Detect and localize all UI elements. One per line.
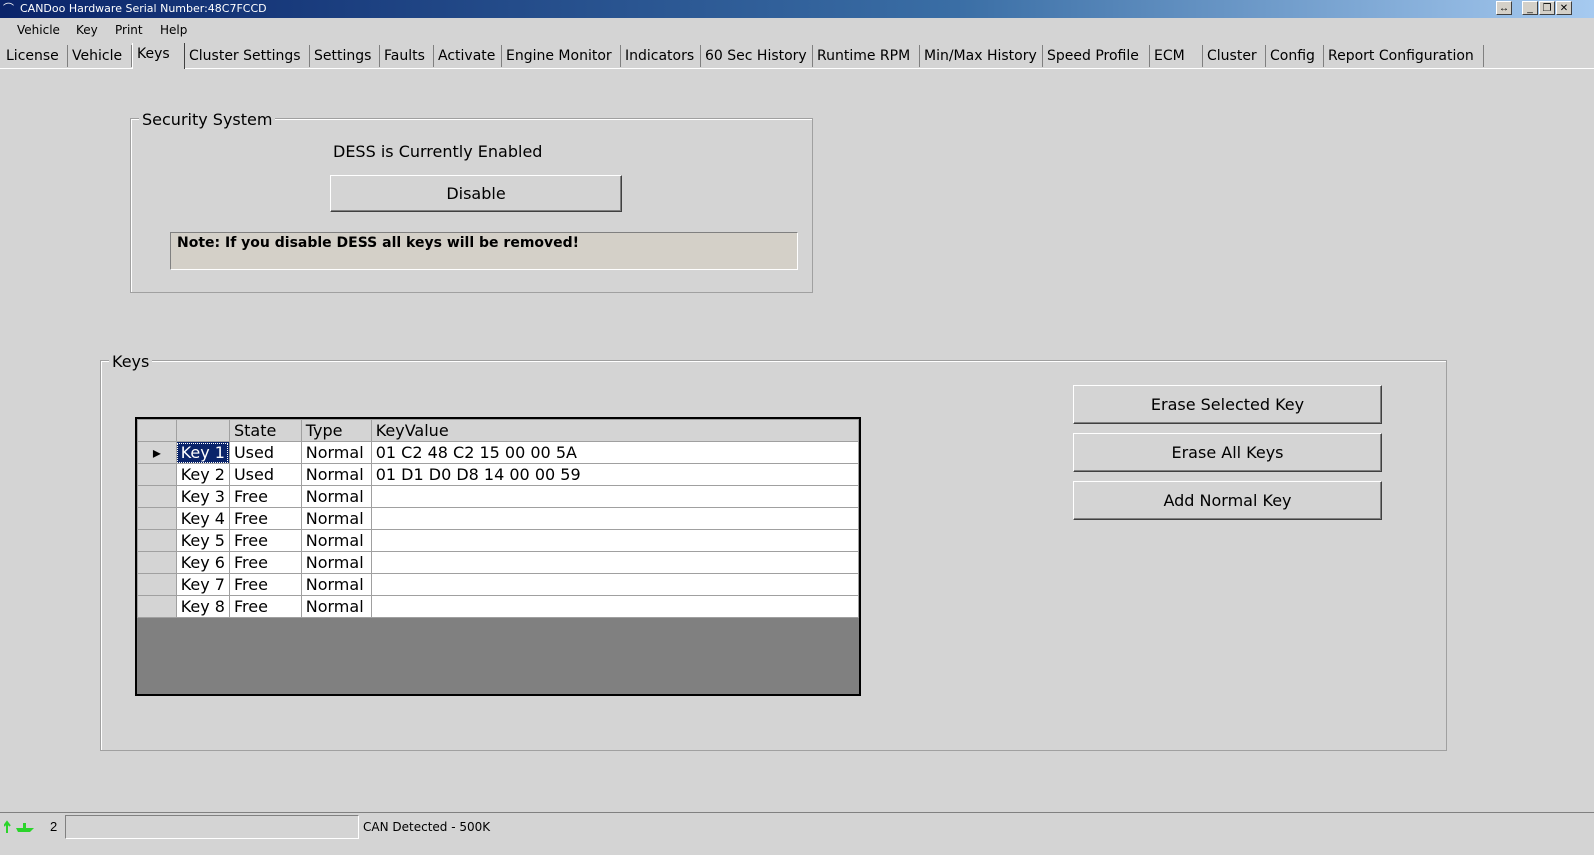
key-type-cell[interactable]: Normal	[300, 551, 372, 574]
status-count: 2	[50, 819, 58, 834]
resize-toggle-button[interactable]: ↔	[1496, 1, 1512, 15]
key-name-cell[interactable]: Key 8	[175, 595, 230, 618]
tab-activate[interactable]: Activate	[434, 45, 502, 67]
key-type-cell[interactable]: Normal	[300, 485, 372, 508]
key-state-cell[interactable]: Free	[228, 551, 302, 574]
security-system-legend: Security System	[139, 110, 276, 129]
tab-cluster[interactable]: Cluster	[1203, 45, 1266, 67]
row-header[interactable]	[137, 529, 177, 552]
key-type-cell[interactable]: Normal	[300, 463, 372, 486]
row-header[interactable]	[137, 595, 177, 618]
close-button[interactable]: ✕	[1556, 1, 1572, 15]
key-value-cell[interactable]	[370, 595, 860, 618]
key-state-cell[interactable]: Used	[228, 463, 302, 486]
restore-button[interactable]: ❐	[1539, 1, 1555, 15]
key-value-cell[interactable]	[370, 551, 860, 574]
name-column-header[interactable]	[175, 419, 230, 442]
table-row[interactable]: Key 5 Free Normal	[137, 529, 860, 552]
dess-note: Note: If you disable DESS all keys will …	[170, 232, 798, 270]
row-header[interactable]	[137, 463, 177, 486]
erase-all-keys-button[interactable]: Erase All Keys	[1073, 433, 1382, 472]
key-type-cell[interactable]: Normal	[300, 595, 372, 618]
tab-ecm[interactable]: ECM	[1150, 45, 1203, 67]
keys-header-row: State Type KeyValue	[137, 419, 860, 442]
erase-selected-key-button[interactable]: Erase Selected Key	[1073, 385, 1382, 424]
key-state-cell[interactable]: Free	[228, 595, 302, 618]
tab-indicators[interactable]: Indicators	[621, 45, 701, 67]
key-value-cell[interactable]	[370, 529, 860, 552]
type-column-header[interactable]: Type	[300, 419, 372, 442]
key-state-cell[interactable]: Free	[228, 529, 302, 552]
key-value-cell[interactable]	[370, 573, 860, 596]
key-value-cell[interactable]: 01 C2 48 C2 15 00 00 5A	[370, 441, 860, 464]
minimize-button[interactable]: _	[1522, 1, 1538, 15]
key-value-cell[interactable]: 01 D1 D0 D8 14 00 00 59	[370, 463, 860, 486]
title-bar: ⌒ CANDoo Hardware Serial Number:48C7FCCD…	[0, 0, 1594, 18]
row-selector-icon[interactable]: ▸	[137, 441, 177, 464]
tab-license[interactable]: License	[2, 45, 68, 67]
tab-min-max-history[interactable]: Min/Max History	[920, 45, 1043, 67]
tab-bar: License Vehicle Keys Cluster Settings Se…	[0, 43, 1594, 69]
row-header[interactable]	[137, 573, 177, 596]
status-progress-field	[65, 815, 359, 839]
tab-keys[interactable]: Keys	[132, 43, 185, 69]
key-name-cell[interactable]: Key 4	[175, 507, 230, 530]
tab-vehicle[interactable]: Vehicle	[68, 45, 132, 67]
tab-faults[interactable]: Faults	[380, 45, 434, 67]
table-row[interactable]: Key 8 Free Normal	[137, 595, 860, 618]
add-normal-key-button[interactable]: Add Normal Key	[1073, 481, 1382, 520]
key-type-cell[interactable]: Normal	[300, 441, 372, 464]
key-name-cell[interactable]: Key 5	[175, 529, 230, 552]
connection-icon	[3, 819, 36, 835]
key-name-cell[interactable]: Key 1	[175, 441, 230, 464]
table-row[interactable]: Key 2 Used Normal 01 D1 D0 D8 14 00 00 5…	[137, 463, 860, 486]
key-state-cell[interactable]: Used	[228, 441, 302, 464]
row-header[interactable]	[137, 551, 177, 574]
keyvalue-column-header[interactable]: KeyValue	[370, 419, 860, 442]
disable-button[interactable]: Disable	[330, 175, 622, 212]
tab-engine-monitor[interactable]: Engine Monitor	[502, 45, 621, 67]
key-name-cell[interactable]: Key 7	[175, 573, 230, 596]
key-value-cell[interactable]	[370, 485, 860, 508]
key-type-cell[interactable]: Normal	[300, 529, 372, 552]
corner-header	[137, 419, 177, 442]
status-bar: 2 CAN Detected - 500K	[0, 812, 1594, 855]
dess-status-text: DESS is Currently Enabled	[333, 142, 543, 161]
key-state-cell[interactable]: Free	[228, 573, 302, 596]
table-row[interactable]: Key 7 Free Normal	[137, 573, 860, 596]
tab-runtime-rpm[interactable]: Runtime RPM	[813, 45, 920, 67]
keys-grid[interactable]: State Type KeyValue ▸ Key 1 Used Normal …	[135, 417, 861, 696]
key-name-cell[interactable]: Key 6	[175, 551, 230, 574]
status-message: CAN Detected - 500K	[363, 820, 491, 834]
menu-bar: Vehicle Key Print Help	[0, 19, 1594, 41]
table-row[interactable]: Key 6 Free Normal	[137, 551, 860, 574]
key-type-cell[interactable]: Normal	[300, 573, 372, 596]
menu-print[interactable]: Print	[115, 23, 143, 37]
key-name-cell[interactable]: Key 3	[175, 485, 230, 508]
tab-cluster-settings[interactable]: Cluster Settings	[185, 45, 310, 67]
key-state-cell[interactable]: Free	[228, 507, 302, 530]
key-name-cell[interactable]: Key 2	[175, 463, 230, 486]
key-value-cell[interactable]	[370, 507, 860, 530]
keys-table: State Type KeyValue ▸ Key 1 Used Normal …	[137, 419, 860, 618]
tab-settings[interactable]: Settings	[310, 45, 380, 67]
tab-report-configuration[interactable]: Report Configuration	[1324, 45, 1484, 67]
keys-legend: Keys	[109, 352, 153, 371]
menu-vehicle[interactable]: Vehicle	[17, 23, 60, 37]
table-row[interactable]: Key 3 Free Normal	[137, 485, 860, 508]
tab-config[interactable]: Config	[1266, 45, 1324, 67]
window-title: CANDoo Hardware Serial Number:48C7FCCD	[20, 2, 267, 15]
state-column-header[interactable]: State	[228, 419, 302, 442]
key-state-cell[interactable]: Free	[228, 485, 302, 508]
row-header[interactable]	[137, 485, 177, 508]
table-row[interactable]: Key 4 Free Normal	[137, 507, 860, 530]
tab-speed-profile[interactable]: Speed Profile	[1043, 45, 1150, 67]
row-header[interactable]	[137, 507, 177, 530]
tab-60-sec-history[interactable]: 60 Sec History	[701, 45, 813, 67]
app-icon: ⌒	[3, 3, 14, 15]
table-row[interactable]: ▸ Key 1 Used Normal 01 C2 48 C2 15 00 00…	[137, 441, 860, 464]
menu-help[interactable]: Help	[160, 23, 187, 37]
menu-key[interactable]: Key	[76, 23, 98, 37]
key-type-cell[interactable]: Normal	[300, 507, 372, 530]
